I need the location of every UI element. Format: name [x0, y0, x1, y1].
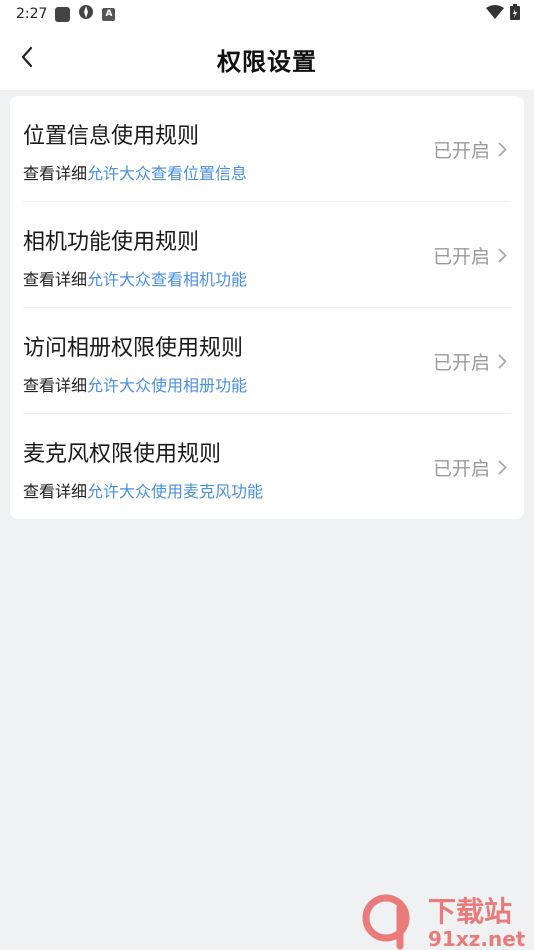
permissions-card: 位置信息使用规则 查看详细允许大众查看位置信息 已开启 相机功能使用规则 查看详… — [10, 96, 524, 519]
chevron-right-icon — [498, 354, 507, 369]
permission-title: 相机功能使用规则 — [23, 230, 200, 255]
detail-prefix: 查看详细 — [23, 164, 88, 183]
status-label: 已开启 — [432, 246, 490, 268]
watermark-logo: 下载站 91xz.net — [362, 894, 526, 950]
status-bar-right — [486, 4, 520, 24]
permission-title: 访问相册权限使用规则 — [23, 336, 244, 361]
permission-status[interactable]: 已开启 — [433, 454, 507, 481]
status-bar-left: 2:27 A — [16, 4, 116, 24]
permission-detail: 查看详细允许大众使用麦克风功能 — [23, 478, 263, 502]
status-bar: 2:27 A — [0, 0, 534, 28]
status-label: 已开启 — [432, 140, 490, 162]
back-button[interactable] — [12, 42, 42, 72]
status-label: 已开启 — [432, 458, 490, 480]
permission-title: 位置信息使用规则 — [23, 124, 200, 149]
detail-link[interactable]: 允许大众查看位置信息 — [87, 164, 247, 183]
chevron-right-icon — [498, 248, 507, 263]
app-notification-icon — [55, 6, 71, 22]
permission-status[interactable]: 已开启 — [433, 242, 507, 269]
detail-link[interactable]: 允许大众查看相机功能 — [87, 270, 247, 289]
header-bar: 权限设置 — [0, 28, 534, 90]
chevron-left-icon — [21, 46, 33, 68]
wifi-icon — [486, 5, 504, 23]
detail-link[interactable]: 允许大众使用相册功能 — [87, 376, 247, 395]
detail-link[interactable]: 允许大众使用麦克风功能 — [87, 482, 263, 501]
permission-title: 麦克风权限使用规则 — [23, 442, 222, 467]
permission-row-album[interactable]: 访问相册权限使用规则 查看详细允许大众使用相册功能 已开启 — [23, 308, 511, 414]
page-title: 权限设置 — [217, 47, 317, 76]
watermark-site: 91xz.net — [428, 927, 526, 950]
settings-notification-icon — [78, 4, 94, 24]
permission-detail: 查看详细允许大众使用相册功能 — [23, 372, 247, 396]
chevron-right-icon — [498, 142, 507, 157]
permission-row-microphone[interactable]: 麦克风权限使用规则 查看详细允许大众使用麦克风功能 已开启 — [23, 414, 511, 519]
permission-row-camera[interactable]: 相机功能使用规则 查看详细允许大众查看相机功能 已开启 — [23, 202, 511, 308]
detail-prefix: 查看详细 — [23, 270, 88, 289]
status-label: 已开启 — [432, 352, 490, 374]
battery-icon — [510, 4, 520, 24]
status-time: 2:27 — [16, 6, 48, 22]
permission-row-location[interactable]: 位置信息使用规则 查看详细允许大众查看位置信息 已开启 — [23, 96, 511, 202]
permission-detail: 查看详细允许大众查看位置信息 — [23, 160, 247, 184]
chevron-right-icon — [498, 460, 507, 475]
detail-prefix: 查看详细 — [23, 482, 88, 501]
a-notification-icon: A — [102, 7, 116, 21]
permission-status[interactable]: 已开启 — [433, 136, 507, 163]
permission-detail: 查看详细允许大众查看相机功能 — [23, 266, 247, 290]
watermark-brand: 下载站 — [428, 895, 512, 928]
permission-status[interactable]: 已开启 — [433, 348, 507, 375]
detail-prefix: 查看详细 — [23, 376, 88, 395]
